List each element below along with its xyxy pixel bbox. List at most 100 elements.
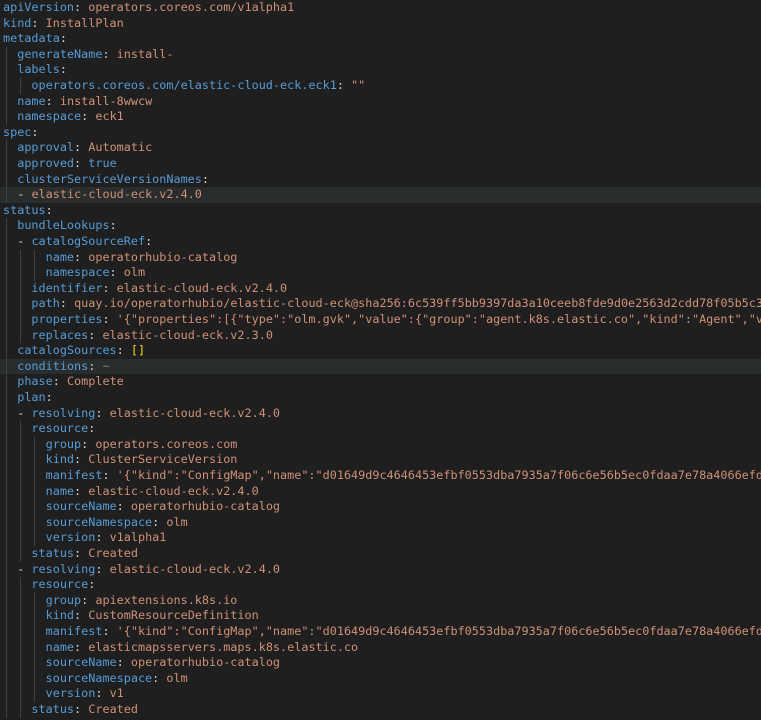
yaml-key: metadata bbox=[3, 31, 60, 46]
code-line[interactable]: sourceNamespace: olm bbox=[0, 514, 761, 531]
code-line[interactable]: manifest: '{"kind":"ConfigMap","name":"d… bbox=[0, 624, 761, 640]
code-line[interactable]: namespace: eck1 bbox=[0, 109, 761, 125]
indentation bbox=[3, 468, 46, 482]
yaml-key: manifest bbox=[45, 624, 103, 638]
code-line[interactable]: group: apiextensions.k8s.io bbox=[0, 592, 761, 609]
yaml-colon: : bbox=[116, 343, 131, 358]
code-line[interactable]: kind: CustomResourceDefinition bbox=[0, 608, 761, 624]
yaml-editor[interactable]: apiVersion: operators.coreos.com/v1alpha… bbox=[0, 0, 761, 720]
code-line[interactable]: name: elastic-cloud-eck.v2.4.0 bbox=[0, 483, 761, 500]
indentation bbox=[3, 702, 31, 716]
yaml-colon: : bbox=[109, 265, 124, 280]
code-line[interactable]: kind: InstallPlan bbox=[0, 16, 761, 32]
code-line[interactable]: labels: bbox=[0, 62, 761, 78]
code-line[interactable]: - resolving: elastic-cloud-eck.v2.4.0 bbox=[0, 405, 761, 422]
yaml-colon: : bbox=[116, 499, 131, 514]
yaml-value: elastic-cloud-eck.v2.4.0 bbox=[109, 561, 281, 576]
code-line[interactable]: kind: ClusterServiceVersion bbox=[0, 452, 761, 468]
code-line[interactable]: phase: Complete bbox=[0, 374, 761, 390]
yaml-value: operatorhubio-catalog bbox=[88, 249, 238, 264]
yaml-key: group bbox=[45, 436, 82, 451]
code-line[interactable]: path: quay.io/operatorhubio/elastic-clou… bbox=[0, 296, 761, 312]
yaml-colon: : bbox=[31, 15, 46, 30]
code-line[interactable]: spec: bbox=[0, 125, 761, 141]
code-line[interactable]: name: install-8wwcw bbox=[0, 93, 761, 110]
yaml-key: resource bbox=[31, 421, 89, 436]
code-line[interactable]: operators.coreos.com/elastic-cloud-eck.e… bbox=[0, 78, 761, 94]
yaml-colon: : bbox=[81, 109, 96, 124]
code-line[interactable]: name: elasticmapsservers.maps.k8s.elasti… bbox=[0, 639, 761, 656]
code-text: identifier: elastic-cloud-eck.v2.4.0 bbox=[3, 281, 287, 297]
yaml-value: v1 bbox=[109, 686, 124, 701]
code-line[interactable]: name: operatorhubio-catalog bbox=[0, 249, 761, 266]
code-line[interactable]: clusterServiceVersionNames: bbox=[0, 171, 761, 188]
yaml-colon: : bbox=[59, 296, 75, 311]
code-line[interactable]: identifier: elastic-cloud-eck.v2.4.0 bbox=[0, 280, 761, 297]
yaml-key: sourceName bbox=[45, 499, 117, 514]
yaml-colon: : bbox=[74, 249, 89, 264]
code-line[interactable]: - resolving: elastic-cloud-eck.v2.4.0 bbox=[0, 561, 761, 578]
code-line[interactable]: resource: bbox=[0, 577, 761, 593]
code-line[interactable]: status: bbox=[0, 203, 761, 219]
yaml-key: spec bbox=[3, 124, 32, 139]
yaml-key: resource bbox=[31, 577, 89, 592]
indentation bbox=[3, 172, 17, 186]
code-line[interactable]: generateName: install- bbox=[0, 46, 761, 63]
code-line[interactable]: sourceName: operatorhubio-catalog bbox=[0, 499, 761, 515]
code-text: group: operators.coreos.com bbox=[3, 436, 238, 453]
yaml-key: generateName bbox=[17, 46, 103, 61]
code-line[interactable]: approved: true bbox=[0, 156, 761, 172]
code-text: resource: bbox=[3, 577, 95, 593]
code-line[interactable]: approval: Automatic bbox=[0, 140, 761, 156]
yaml-key: sourceName bbox=[45, 655, 117, 670]
code-line[interactable]: status: Created bbox=[0, 702, 761, 718]
code-text: - catalogSourceRef: bbox=[3, 234, 152, 250]
yaml-key: name bbox=[45, 639, 75, 654]
indentation bbox=[3, 452, 46, 466]
code-line[interactable]: manifest: '{"kind":"ConfigMap","name":"d… bbox=[0, 468, 761, 484]
yaml-colon: : bbox=[74, 608, 89, 623]
code-line[interactable]: version: v1 bbox=[0, 686, 761, 702]
code-line[interactable]: bundleLookups: bbox=[0, 218, 761, 234]
code-line[interactable]: - elastic-cloud-eck.v2.4.0 bbox=[0, 187, 761, 203]
indentation bbox=[3, 250, 46, 264]
code-line[interactable]: status: Created bbox=[0, 546, 761, 562]
code-line[interactable]: - catalogSourceRef: bbox=[0, 234, 761, 250]
yaml-colon: : bbox=[88, 421, 96, 436]
code-line[interactable]: apiVersion: operators.coreos.com/v1alpha… bbox=[0, 0, 761, 16]
code-line[interactable]: conditions: ~ bbox=[0, 358, 761, 375]
indentation bbox=[3, 156, 17, 170]
indentation bbox=[3, 562, 17, 576]
code-text: clusterServiceVersionNames: bbox=[3, 172, 209, 188]
code-line[interactable]: namespace: olm bbox=[0, 265, 761, 281]
yaml-key: replaces bbox=[31, 327, 89, 342]
yaml-colon: : bbox=[45, 202, 53, 217]
indentation bbox=[3, 94, 17, 108]
yaml-colon: : bbox=[74, 0, 89, 14]
code-line[interactable]: plan: bbox=[0, 390, 761, 406]
code-text: kind: CustomResourceDefinition bbox=[3, 608, 259, 624]
code-text: operators.coreos.com/elastic-cloud-eck.e… bbox=[3, 78, 365, 94]
yaml-key: catalogSources bbox=[17, 343, 117, 358]
code-line[interactable]: resource: bbox=[0, 421, 761, 437]
code-line[interactable]: replaces: elastic-cloud-eck.v2.3.0 bbox=[0, 327, 761, 344]
yaml-colon: : bbox=[102, 312, 117, 326]
code-text: namespace: olm bbox=[3, 265, 145, 281]
code-line[interactable]: sourceNamespace: olm bbox=[0, 670, 761, 687]
code-line[interactable]: version: v1alpha1 bbox=[0, 530, 761, 546]
code-line[interactable]: catalogSources: [] bbox=[0, 343, 761, 359]
code-line[interactable]: sourceName: operatorhubio-catalog bbox=[0, 655, 761, 671]
yaml-value: InstallPlan bbox=[45, 15, 124, 30]
yaml-value: olm bbox=[123, 265, 146, 280]
code-line[interactable]: group: operators.coreos.com bbox=[0, 436, 761, 453]
list-dash: - bbox=[17, 405, 32, 420]
folded-indicator[interactable]: ~ bbox=[95, 359, 109, 373]
code-text: manifest: '{"kind":"ConfigMap","name":"d… bbox=[3, 468, 761, 484]
yaml-colon: : bbox=[102, 46, 117, 61]
code-line[interactable]: metadata: bbox=[0, 31, 761, 47]
yaml-key: kind bbox=[45, 608, 75, 623]
yaml-key: identifier bbox=[31, 280, 103, 295]
indentation bbox=[3, 343, 17, 357]
code-line[interactable]: properties: '{"properties":[{"type":"olm… bbox=[0, 312, 761, 328]
yaml-colon: : bbox=[74, 702, 89, 716]
